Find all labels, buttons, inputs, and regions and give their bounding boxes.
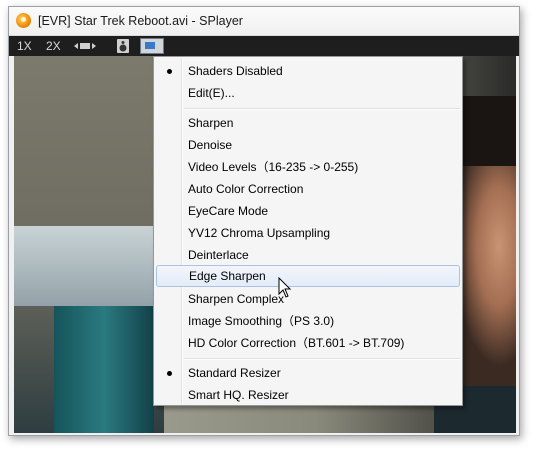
- menu-item-label: Auto Color Correction: [188, 182, 304, 196]
- control-bar: 1X 2X: [9, 36, 519, 56]
- aspect-icon[interactable]: [73, 38, 97, 54]
- video-scene-hair: [454, 96, 516, 166]
- menu-item-shaders-disabled[interactable]: Shaders Disabled: [156, 60, 460, 82]
- menu-item-label: EyeCare Mode: [188, 204, 269, 218]
- menu-item-label: Smart HQ. Resizer: [188, 388, 289, 402]
- menu-item-sharpen-complex[interactable]: Sharpen Complex: [156, 288, 460, 310]
- menu-item-label: Edge Sharpen: [189, 269, 266, 283]
- menu-item-standard-resizer[interactable]: Standard Resizer: [156, 362, 460, 384]
- splayer-logo-icon[interactable]: [16, 13, 31, 28]
- checked-bullet-icon: [167, 371, 172, 376]
- menu-item-video-levels[interactable]: Video Levels（16-235 -> 0-255): [156, 156, 460, 178]
- menu-item-label: Denoise: [188, 138, 233, 152]
- menu-item-label: Standard Resizer: [188, 366, 281, 380]
- menu-item-hd-color-correction[interactable]: HD Color Correction（BT.601 -> BT.709): [156, 332, 460, 354]
- menu-item-auto-color-correction[interactable]: Auto Color Correction: [156, 178, 460, 200]
- menu-item-sharpen[interactable]: Sharpen: [156, 112, 460, 134]
- menu-item-label: Sharpen: [188, 116, 234, 130]
- menu-item-label: Deinterlace: [188, 248, 249, 262]
- shader-context-menu: Shaders Disabled Edit(E)... Sharpen Deno…: [153, 56, 463, 406]
- speed-1x-button[interactable]: 1X: [17, 38, 32, 54]
- checked-bullet-icon: [167, 69, 172, 74]
- menu-item-label: Shaders Disabled: [188, 64, 283, 78]
- menu-item-denoise[interactable]: Denoise: [156, 134, 460, 156]
- display-settings-icon[interactable]: [140, 38, 164, 54]
- window-title: [EVR] Star Trek Reboot.avi - SPlayer: [38, 14, 243, 28]
- menu-item-label: Image Smoothing（PS 3.0): [188, 314, 335, 328]
- speaker-icon[interactable]: [116, 39, 130, 53]
- menu-item-deinterlace[interactable]: Deinterlace: [156, 244, 460, 266]
- menu-separator: [184, 108, 460, 110]
- menu-item-label: YV12 Chroma Upsampling: [188, 226, 331, 240]
- menu-item-smart-hq-resizer[interactable]: Smart HQ. Resizer: [156, 384, 460, 406]
- mouse-pointer-icon: [278, 277, 292, 298]
- video-scene-light: [14, 226, 164, 306]
- menu-item-label: HD Color Correction（BT.601 -> BT.709): [188, 336, 405, 350]
- speed-2x-button[interactable]: 2X: [46, 38, 61, 54]
- menu-item-label: Edit(E)...: [188, 86, 235, 100]
- video-scene-panel: [54, 306, 154, 433]
- menu-separator: [184, 358, 460, 360]
- title-bar[interactable]: [EVR] Star Trek Reboot.avi - SPlayer: [9, 7, 519, 36]
- menu-item-edge-sharpen[interactable]: Edge Sharpen: [156, 265, 460, 287]
- menu-item-eyecare-mode[interactable]: EyeCare Mode: [156, 200, 460, 222]
- menu-item-label: Video Levels（16-235 -> 0-255): [188, 160, 359, 174]
- menu-item-image-smoothing[interactable]: Image Smoothing（PS 3.0): [156, 310, 460, 332]
- menu-item-edit[interactable]: Edit(E)...: [156, 82, 460, 104]
- menu-item-yv12-chroma-upsampling[interactable]: YV12 Chroma Upsampling: [156, 222, 460, 244]
- menu-item-label: Sharpen Complex: [188, 292, 285, 306]
